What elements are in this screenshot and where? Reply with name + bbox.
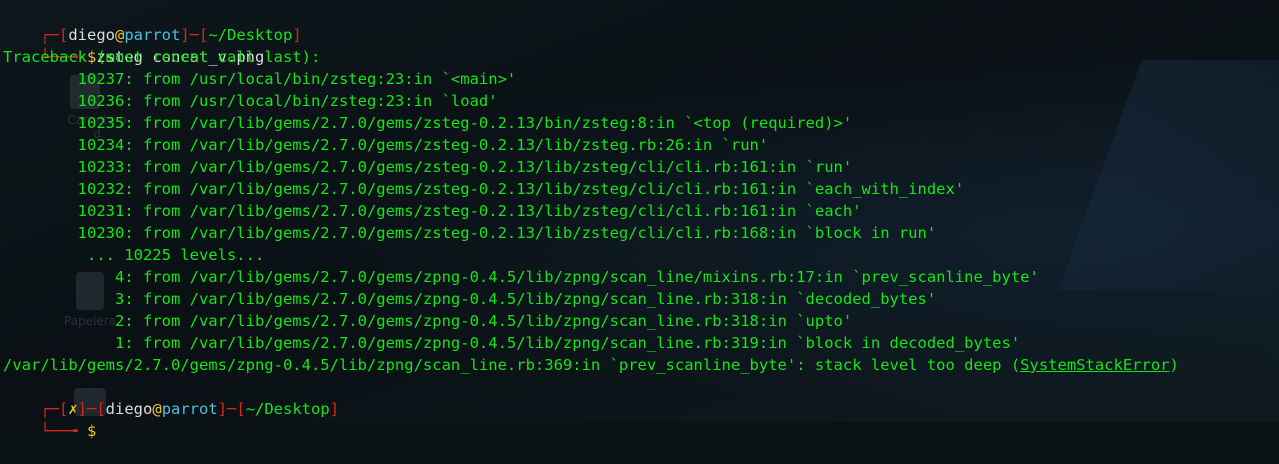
traceback-frame: 10234: from /var/lib/gems/2.7.0/gems/zst…: [3, 136, 769, 154]
traceback-frame: 3: from /var/lib/gems/2.7.0/gems/zpng-0.…: [3, 290, 937, 308]
prompt-bracket-close: ]: [329, 400, 340, 418]
prompt-bracket-mid: ]─[: [180, 26, 209, 44]
traceback-frame: 10235: from /var/lib/gems/2.7.0/gems/zst…: [3, 114, 853, 132]
error-close-paren: ): [1169, 356, 1179, 374]
traceback-header: Traceback (most recent call last):: [3, 48, 321, 66]
prompt-at: @: [115, 26, 125, 44]
traceback-frame: 10231: from /var/lib/gems/2.7.0/gems/zst…: [3, 202, 862, 220]
traceback-frame: 1: from /var/lib/gems/2.7.0/gems/zpng-0.…: [3, 334, 1021, 352]
traceback-frame: 10236: from /usr/local/bin/zsteg:23:in `…: [3, 92, 498, 110]
prompt-line-1: ┌─[diego@parrot]─[~/Desktop]: [3, 2, 1279, 44]
prompt-user: diego: [68, 26, 115, 44]
prompt-corner: └──╼: [40, 422, 87, 440]
error-class: SystemStackError: [1020, 356, 1170, 374]
traceback-elided-levels: ... 10225 levels...: [3, 246, 265, 264]
traceback-frame: 4: from /var/lib/gems/2.7.0/gems/zpng-0.…: [3, 268, 1039, 286]
traceback-frame: 10237: from /usr/local/bin/zsteg:23:in `…: [3, 70, 517, 88]
prompt-host: parrot: [124, 26, 181, 44]
error-message: /var/lib/gems/2.7.0/gems/zpng-0.4.5/lib/…: [3, 356, 1021, 374]
prompt-bracket-close: ]: [292, 26, 302, 44]
prompt-bracket-mid: ]─[: [217, 400, 246, 418]
prompt-bracket-open: ┌─[: [40, 400, 69, 418]
error-status-icon: ✗: [68, 400, 78, 418]
traceback-frame: 10232: from /var/lib/gems/2.7.0/gems/zst…: [3, 180, 965, 198]
terminal-window[interactable]: ┌─[diego@parrot]─[~/Desktop] └──╼ $zsteg…: [0, 0, 1279, 440]
prompt-at: @: [152, 400, 162, 418]
prompt-bracket-open: ┌─[: [40, 26, 69, 44]
prompt-path: ~/Desktop: [245, 400, 330, 418]
traceback-frame: 10230: from /var/lib/gems/2.7.0/gems/zst…: [3, 224, 937, 242]
prompt-dollar: $: [87, 422, 97, 440]
prompt-host: parrot: [161, 400, 218, 418]
prompt-line-2: ┌─[✗]─[diego@parrot]─[~/Desktop]: [3, 376, 1279, 418]
prompt-path: ~/Desktop: [208, 26, 293, 44]
error-message-line: /var/lib/gems/2.7.0/gems/zpng-0.4.5/lib/…: [3, 354, 1279, 376]
prompt-user: diego: [105, 400, 153, 418]
traceback-frame: 10233: from /var/lib/gems/2.7.0/gems/zst…: [3, 158, 853, 176]
prompt-bracket-mid: ]─[: [77, 400, 106, 418]
traceback-frame: 2: from /var/lib/gems/2.7.0/gems/zpng-0.…: [3, 312, 853, 330]
